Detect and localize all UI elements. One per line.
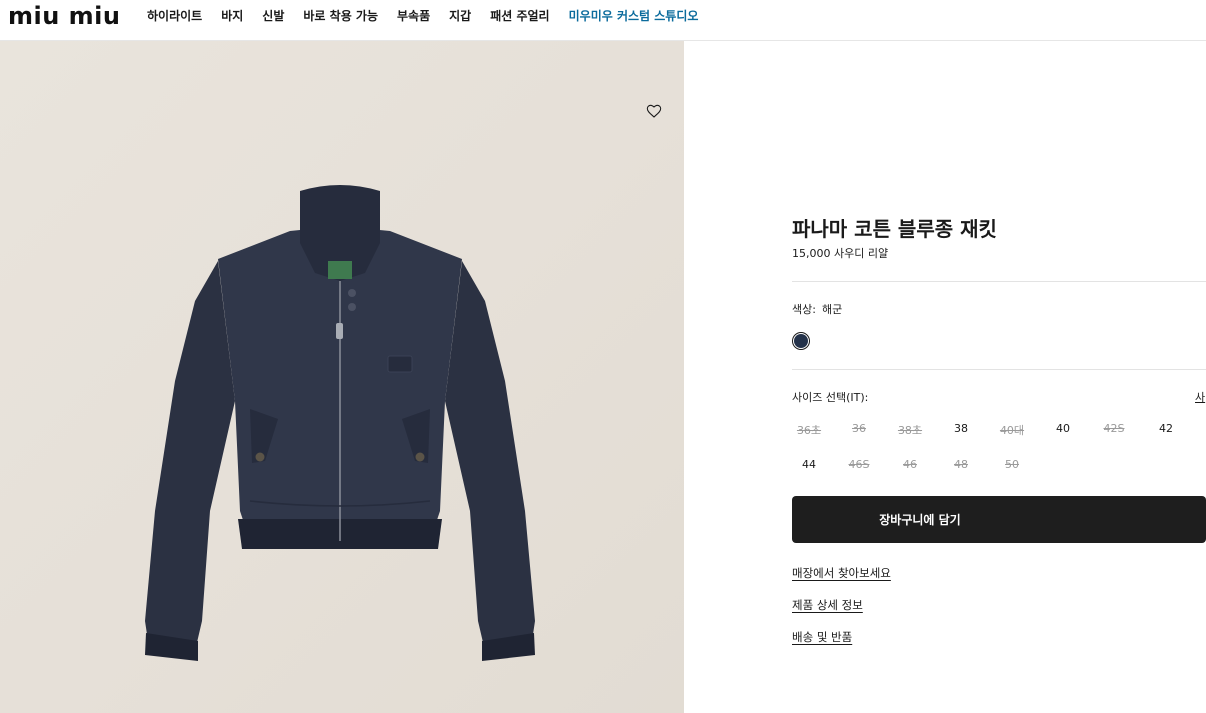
color-label: 색상: (792, 303, 816, 316)
size-option[interactable]: 50 (995, 458, 1029, 471)
size-option[interactable]: 36초 (792, 422, 826, 438)
color-swatch-navy[interactable] (792, 332, 810, 350)
size-option[interactable]: 36 (842, 422, 876, 435)
product-details-link[interactable]: 제품 상세 정보 (792, 597, 863, 613)
size-option[interactable]: 40대 (995, 422, 1029, 438)
size-option[interactable]: 48 (944, 458, 978, 471)
size-option[interactable]: 42 (1149, 422, 1183, 435)
nav-item-fashion-jewelry[interactable]: 패션 주얼리 (490, 7, 549, 24)
nav-item-shoes[interactable]: 신발 (262, 7, 284, 24)
product-image[interactable] (0, 41, 684, 713)
main-nav: 하이라이트 바지 신발 바로 착용 가능 부속품 지갑 패션 주얼리 미우미우 … (147, 7, 717, 24)
product-price: 15,000 사우디 리얄 (792, 247, 889, 260)
size-option[interactable]: 38초 (893, 422, 927, 438)
add-to-cart-button[interactable]: 장바구니에 담기 (792, 496, 1206, 543)
nav-item-accessories[interactable]: 부속품 (397, 7, 430, 24)
size-guide-link[interactable]: 사 (1195, 389, 1205, 405)
size-option[interactable]: 38 (944, 422, 978, 435)
size-option[interactable]: 46S (842, 458, 876, 471)
swatch-fill (794, 334, 808, 348)
divider (792, 369, 1206, 370)
color-selection: 색상: 해군 (792, 301, 842, 317)
nav-item-wallets[interactable]: 지갑 (449, 7, 471, 24)
brand-logo[interactable]: miu miu (8, 5, 126, 27)
svg-text:miu miu: miu miu (8, 5, 121, 27)
divider (792, 281, 1206, 282)
product-panel: 파나마 코튼 블루종 재킷 15,000 사우디 리얄 색상: 해군 사이즈 선택… (792, 0, 1206, 713)
nav-item-pants[interactable]: 바지 (221, 7, 243, 24)
size-select-label: 사이즈 선택(IT): (792, 391, 869, 404)
size-option[interactable]: 42S (1097, 422, 1131, 435)
product-title: 파나마 코튼 블루종 재킷 (792, 217, 997, 241)
size-option[interactable]: 46 (893, 458, 927, 471)
nav-item-highlights[interactable]: 하이라이트 (147, 7, 202, 24)
color-value: 해군 (821, 303, 843, 316)
find-in-store-link[interactable]: 매장에서 찾아보세요 (792, 565, 891, 581)
nav-item-custom-studio[interactable]: 미우미우 커스텀 스튜디오 (569, 7, 699, 24)
jacket-image (145, 185, 535, 661)
size-option[interactable]: 44 (792, 458, 826, 471)
nav-item-ready-to-wear[interactable]: 바로 착용 가능 (303, 7, 378, 24)
shipping-returns-link[interactable]: 배송 및 반품 (792, 629, 852, 645)
heart-outline-icon[interactable] (646, 103, 662, 119)
size-option[interactable]: 40 (1046, 422, 1080, 435)
